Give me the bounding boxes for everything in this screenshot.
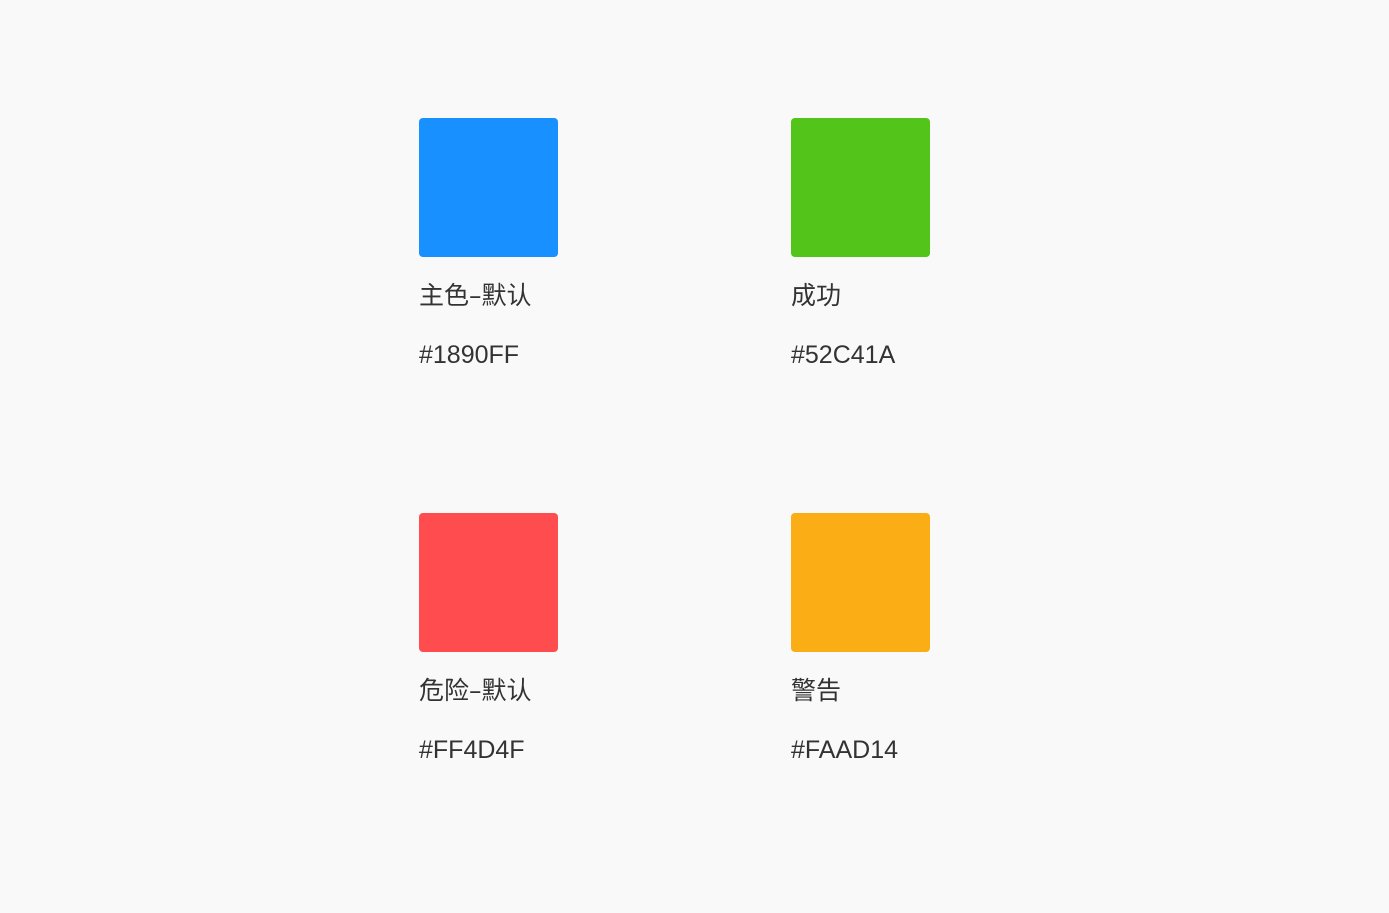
swatch-card-success: 成功 #52C41A (791, 118, 991, 388)
color-hex-value: #FAAD14 (791, 736, 899, 764)
color-hex-value: #1890FF (419, 341, 520, 369)
color-hex-value: #52C41A (791, 341, 896, 369)
swatch-card-danger: 危险–默认 #FF4D4F (419, 513, 619, 783)
color-swatch-danger (419, 513, 558, 652)
color-swatch-warning (791, 513, 930, 652)
color-name-label: 主色–默认 (419, 281, 532, 310)
color-swatch-primary (419, 118, 558, 257)
color-hex-value: #FF4D4F (419, 736, 525, 764)
swatch-card-warning: 警告 #FAAD14 (791, 513, 991, 783)
color-name-label: 警告 (791, 676, 842, 705)
color-name-label: 危险–默认 (419, 676, 532, 705)
color-name-label: 成功 (791, 281, 842, 310)
color-swatch-success (791, 118, 930, 257)
swatch-card-primary: 主色–默认 #1890FF (419, 118, 619, 388)
